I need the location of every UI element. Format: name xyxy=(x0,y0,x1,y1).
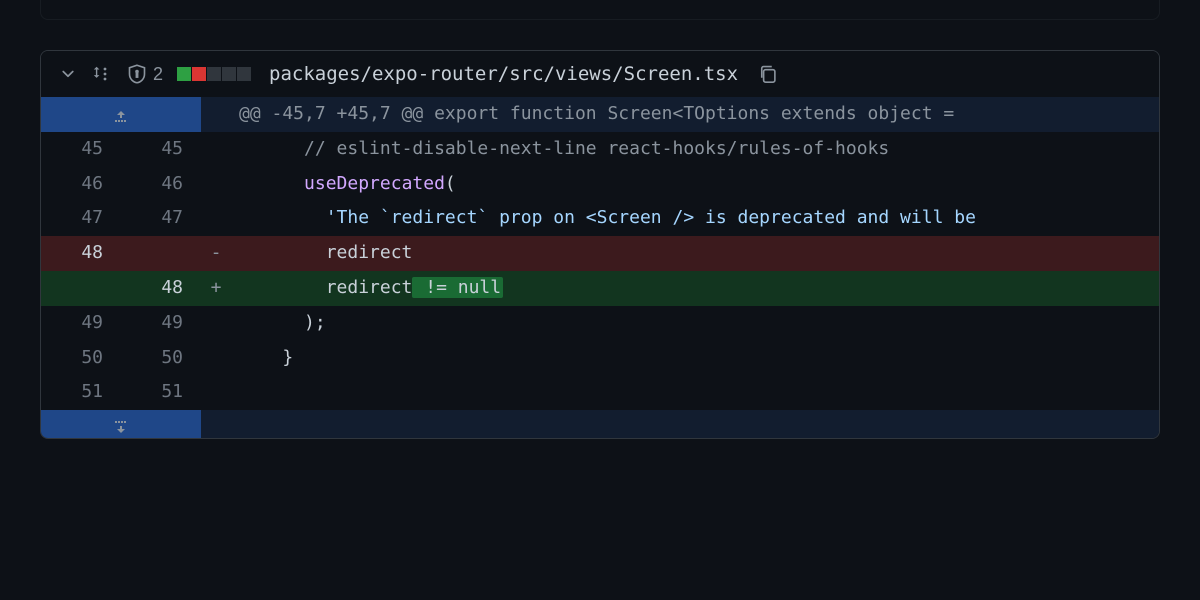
diffstat-block-neutral xyxy=(207,67,221,81)
diff-marker: - xyxy=(201,236,231,271)
code-line[interactable]: 0048+ redirect != null xyxy=(41,271,1159,306)
line-number-new: 51 xyxy=(121,375,201,410)
diffstat xyxy=(177,67,251,81)
code-content: redirect xyxy=(231,236,1159,271)
diffstat-block-neutral xyxy=(222,67,236,81)
line-number-old: 47 xyxy=(41,201,121,236)
line-number-new: 49 xyxy=(121,306,201,341)
file-path[interactable]: packages/expo-router/src/views/Screen.ts… xyxy=(269,63,738,85)
chevron-down-icon[interactable] xyxy=(59,65,77,83)
expand-up-icon xyxy=(111,106,131,122)
expand-up-row[interactable]: @@ -45,7 +45,7 @@ export function Screen… xyxy=(41,97,1159,132)
line-number-new: 00 xyxy=(121,236,201,271)
diffstat-block-neutral xyxy=(237,67,251,81)
code-line[interactable]: 4949 ); xyxy=(41,306,1159,341)
code-line[interactable]: 4800- redirect xyxy=(41,236,1159,271)
code-content: } xyxy=(231,341,1159,376)
code-line[interactable]: 4747 'The `redirect` prop on <Screen /> … xyxy=(41,201,1159,236)
line-number-old: 00 xyxy=(41,271,121,306)
code-content xyxy=(231,375,1159,410)
diff-body: @@ -45,7 +45,7 @@ export function Screen… xyxy=(41,97,1159,438)
expand-down-row[interactable] xyxy=(41,410,1159,438)
file-header: 2 packages/expo-router/src/views/Screen.… xyxy=(41,51,1159,97)
shield-icon xyxy=(127,64,147,84)
hunk-header: @@ -45,7 +45,7 @@ export function Screen… xyxy=(231,97,1159,132)
code-line[interactable]: 4545 // eslint-disable-next-line react-h… xyxy=(41,132,1159,167)
diff-file-container: 2 packages/expo-router/src/views/Screen.… xyxy=(40,50,1160,439)
diffstat-block-del xyxy=(192,67,206,81)
code-line[interactable]: 5050 } xyxy=(41,341,1159,376)
line-number-new: 48 xyxy=(121,271,201,306)
expand-down-icon xyxy=(111,416,131,432)
line-number-old: 51 xyxy=(41,375,121,410)
line-number-old: 50 xyxy=(41,341,121,376)
line-number-old: 46 xyxy=(41,167,121,202)
line-number-old: 49 xyxy=(41,306,121,341)
code-content: redirect != null xyxy=(231,271,1159,306)
line-number-old: 48 xyxy=(41,236,121,271)
code-line[interactable]: 4646 useDeprecated( xyxy=(41,167,1159,202)
line-number-old: 45 xyxy=(41,132,121,167)
diff-marker xyxy=(201,132,231,167)
code-content: useDeprecated( xyxy=(231,167,1159,202)
previous-file-edge xyxy=(40,0,1160,20)
diff-marker: + xyxy=(201,271,231,306)
copy-icon[interactable] xyxy=(758,64,778,84)
diff-marker xyxy=(201,306,231,341)
line-number-new: 50 xyxy=(121,341,201,376)
file-jump-icon[interactable] xyxy=(91,65,113,83)
checks-badge[interactable]: 2 xyxy=(127,64,163,85)
diff-marker xyxy=(201,201,231,236)
checks-count: 2 xyxy=(153,64,163,85)
line-number-new: 46 xyxy=(121,167,201,202)
diff-marker xyxy=(201,341,231,376)
line-number-new: 47 xyxy=(121,201,201,236)
line-number-new: 45 xyxy=(121,132,201,167)
code-line[interactable]: 5151 xyxy=(41,375,1159,410)
diffstat-block-add xyxy=(177,67,191,81)
code-content: 'The `redirect` prop on <Screen /> is de… xyxy=(231,201,1159,236)
diff-marker xyxy=(201,375,231,410)
code-content: // eslint-disable-next-line react-hooks/… xyxy=(231,132,1159,167)
diff-marker xyxy=(201,167,231,202)
code-content: ); xyxy=(231,306,1159,341)
